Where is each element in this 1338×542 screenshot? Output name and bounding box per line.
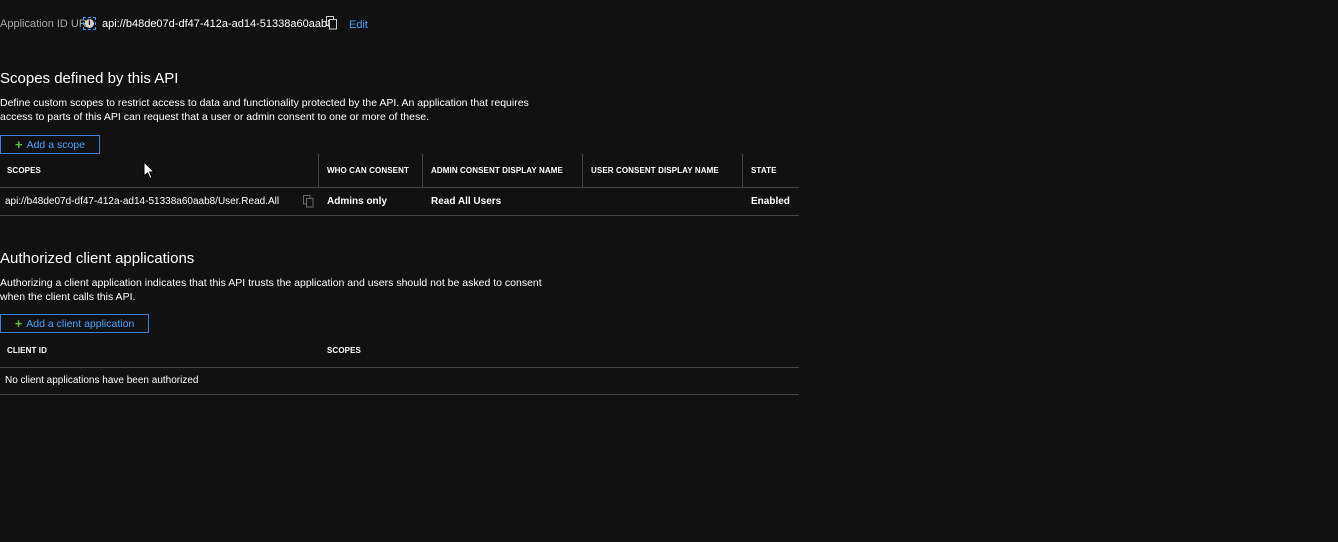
column-header-who-can-consent[interactable]: WHO CAN CONSENT [318,154,422,187]
column-header-admin-consent-display-name[interactable]: ADMIN CONSENT DISPLAY NAME [422,154,582,187]
who-can-consent-cell: Admins only [327,196,388,207]
user-consent-display-name-cell [591,188,741,215]
admin-consent-display-name-cell: Read All Users [431,196,502,207]
application-id-uri-label: Application ID URI [0,18,90,30]
edit-link[interactable]: Edit [349,19,368,31]
add-scope-button[interactable]: + Add a scope [0,135,100,154]
authorized-clients-section-title: Authorized client applications [0,250,195,267]
copy-icon[interactable] [325,16,339,35]
info-icon[interactable]: i [83,17,96,30]
column-header-scopes[interactable]: SCOPES [318,334,518,367]
application-id-uri-value: api://b48de07d-df47-412a-ad14-51338a60aa… [102,18,334,30]
plus-icon: + [14,315,23,331]
column-header-user-consent-display-name[interactable]: USER CONSENT DISPLAY NAME [582,154,742,187]
plus-icon: + [15,136,23,152]
column-header-state[interactable]: STATE [742,154,799,187]
authorized-clients-section-description: Authorizing a client application indicat… [0,277,542,303]
add-client-application-button[interactable]: + Add a client application [0,314,149,333]
scopes-section-description: Define custom scopes to restrict access … [0,97,529,123]
table-row[interactable]: api://b48de07d-df47-412a-ad14-51338a60aa… [0,188,799,216]
empty-state-row: No client applications have been authori… [0,367,799,395]
copy-icon[interactable] [302,195,315,213]
client-applications-table-header: CLIENT ID SCOPES [0,334,799,368]
state-cell: Enabled [751,196,790,207]
scope-name-cell[interactable]: api://b48de07d-df47-412a-ad14-51338a60aa… [5,188,295,215]
column-header-client-id[interactable]: CLIENT ID [0,334,320,367]
scopes-table-header: SCOPES WHO CAN CONSENT ADMIN CONSENT DIS… [0,154,799,188]
scopes-section-title: Scopes defined by this API [0,70,179,87]
mouse-cursor-icon [143,160,156,185]
empty-state-message: No client applications have been authori… [5,375,199,386]
column-header-scopes[interactable]: SCOPES [0,154,318,187]
